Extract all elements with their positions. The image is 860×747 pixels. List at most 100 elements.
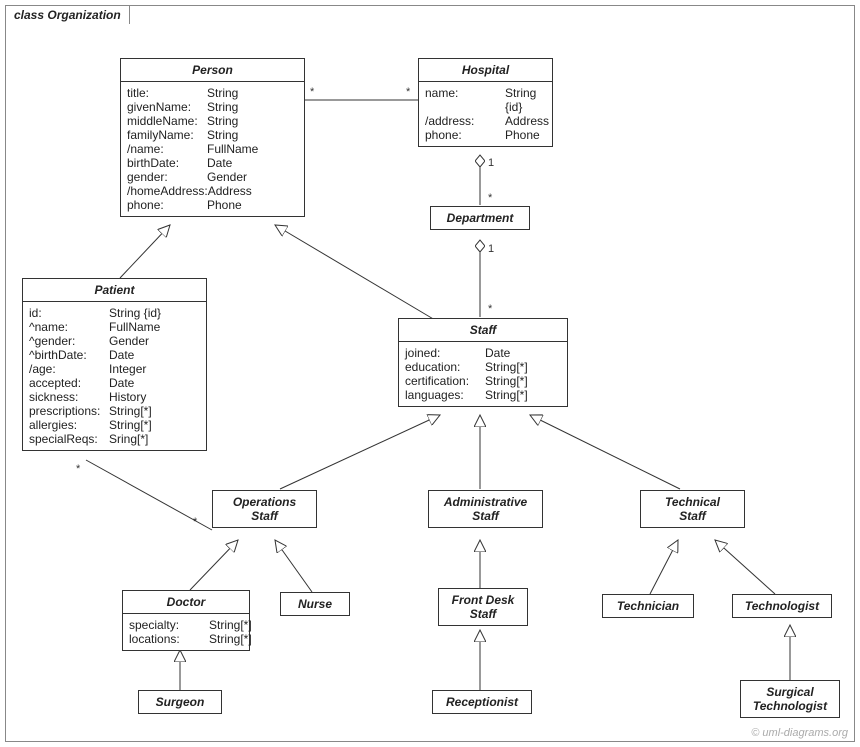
attribute-name: sickness: (29, 390, 109, 404)
mult-staff-top: * (488, 303, 492, 315)
attribute-row: sickness:History (29, 390, 200, 404)
class-person: Person title:StringgivenName:Stringmiddl… (120, 58, 305, 217)
attribute-name: prescriptions: (29, 404, 109, 418)
attribute-name: name: (425, 86, 505, 114)
class-technical-staff: Technical Staff (640, 490, 745, 528)
class-operations-staff: Operations Staff (212, 490, 317, 528)
class-technologist: Technologist (732, 594, 832, 618)
attribute-row: birthDate:Date (127, 156, 298, 170)
class-title: Patient (23, 279, 206, 302)
mult-person-hospital-left: * (310, 86, 314, 98)
attribute-name: middleName: (127, 114, 207, 128)
attribute-type: FullName (109, 320, 160, 334)
attribute-type: String {id} (505, 86, 546, 114)
attribute-name: allergies: (29, 418, 109, 432)
attribute-type: Date (485, 346, 510, 360)
class-title: Front Desk Staff (439, 589, 527, 625)
class-title: Technologist (733, 595, 831, 617)
attribute-name: phone: (127, 198, 207, 212)
attribute-row: /age:Integer (29, 362, 200, 376)
attribute-type: Phone (207, 198, 242, 212)
class-body: joined:Dateeducation:String[*]certificat… (399, 342, 567, 406)
class-title: Operations Staff (213, 491, 316, 527)
attribute-type: String (207, 128, 238, 142)
attribute-name: accepted: (29, 376, 109, 390)
class-title: Person (121, 59, 304, 82)
class-surgeon: Surgeon (138, 690, 222, 714)
class-receptionist: Receptionist (432, 690, 532, 714)
attribute-name: givenName: (127, 100, 207, 114)
attribute-name: birthDate: (127, 156, 207, 170)
attribute-row: certification:String[*] (405, 374, 561, 388)
class-title: Technical Staff (641, 491, 744, 527)
mult-person-hospital-right: * (406, 86, 410, 98)
attribute-type: Date (109, 376, 134, 390)
attribute-row: /address:Address (425, 114, 546, 128)
class-title: Surgical Technologist (741, 681, 839, 717)
mult-dept-top: * (488, 192, 492, 204)
attribute-name: gender: (127, 170, 207, 184)
class-surgical-technologist: Surgical Technologist (740, 680, 840, 718)
attribute-type: Date (109, 348, 134, 362)
class-body: specialty:String[*]locations:String[*] (123, 614, 249, 650)
class-title: Technician (603, 595, 693, 617)
attribute-row: /name:FullName (127, 142, 298, 156)
attribute-name: ^name: (29, 320, 109, 334)
class-title: Hospital (419, 59, 552, 82)
attribute-row: languages:String[*] (405, 388, 561, 402)
mult-hospital-dept: 1 (488, 157, 494, 169)
mult-ops-patient: * (193, 516, 197, 528)
attribute-type: Address (208, 184, 252, 198)
attribute-row: familyName:String (127, 128, 298, 142)
class-body: id:String {id}^name:FullName^gender:Gend… (23, 302, 206, 450)
attribute-type: String[*] (485, 388, 528, 402)
attribute-row: allergies:String[*] (29, 418, 200, 432)
attribute-name: title: (127, 86, 207, 100)
attribute-name: /name: (127, 142, 207, 156)
attribute-name: /address: (425, 114, 505, 128)
attribute-row: phone:Phone (127, 198, 298, 212)
attribute-row: phone:Phone (425, 128, 546, 142)
class-title: Administrative Staff (429, 491, 542, 527)
attribute-row: ^birthDate:Date (29, 348, 200, 362)
attribute-row: specialReqs:Sring[*] (29, 432, 200, 446)
attribute-row: joined:Date (405, 346, 561, 360)
attribute-type: String[*] (485, 374, 528, 388)
attribute-type: String[*] (209, 618, 252, 632)
attribute-name: certification: (405, 374, 485, 388)
attribute-name: /homeAddress: (127, 184, 208, 198)
attribute-name: specialReqs: (29, 432, 109, 446)
class-title: Nurse (281, 593, 349, 615)
attribute-type: String[*] (109, 404, 152, 418)
attribute-type: History (109, 390, 146, 404)
frame-label: class Organization (5, 5, 130, 24)
attribute-name: education: (405, 360, 485, 374)
attribute-row: name:String {id} (425, 86, 546, 114)
attribute-type: String {id} (109, 306, 161, 320)
attribute-type: String[*] (209, 632, 252, 646)
attribute-name: /age: (29, 362, 109, 376)
class-department: Department (430, 206, 530, 230)
attribute-name: ^gender: (29, 334, 109, 348)
attribute-type: Address (505, 114, 549, 128)
class-front-desk-staff: Front Desk Staff (438, 588, 528, 626)
attribute-name: id: (29, 306, 109, 320)
attribute-row: ^gender:Gender (29, 334, 200, 348)
class-technician: Technician (602, 594, 694, 618)
attribute-type: Integer (109, 362, 146, 376)
attribute-row: givenName:String (127, 100, 298, 114)
attribute-type: String (207, 86, 238, 100)
class-administrative-staff: Administrative Staff (428, 490, 543, 528)
attribute-name: familyName: (127, 128, 207, 142)
class-title: Receptionist (433, 691, 531, 713)
attribute-row: middleName:String (127, 114, 298, 128)
attribute-row: ^name:FullName (29, 320, 200, 334)
attribute-type: Date (207, 156, 232, 170)
class-doctor: Doctor specialty:String[*]locations:Stri… (122, 590, 250, 651)
attribute-name: locations: (129, 632, 209, 646)
class-title: Department (431, 207, 529, 229)
attribute-name: joined: (405, 346, 485, 360)
class-title: Staff (399, 319, 567, 342)
class-body: title:StringgivenName:StringmiddleName:S… (121, 82, 304, 216)
class-body: name:String {id}/address:Addressphone:Ph… (419, 82, 552, 146)
